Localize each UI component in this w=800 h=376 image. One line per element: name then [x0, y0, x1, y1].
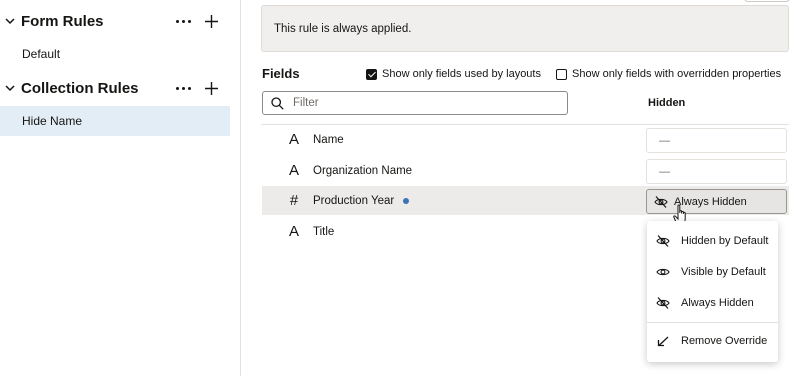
- field-name: Organization Name: [313, 164, 413, 177]
- fields-heading: Fields: [262, 66, 300, 81]
- hidden-select-button-active[interactable]: Always Hidden: [646, 189, 787, 214]
- hidden-column-header: Hidden: [648, 97, 686, 109]
- menu-item-label: Visible by Default: [681, 266, 766, 278]
- menu-item-hidden-by-default[interactable]: Hidden by Default: [647, 226, 778, 256]
- override-indicator-dot: [403, 197, 410, 204]
- menu-item-visible-by-default[interactable]: Visible by Default: [647, 257, 778, 287]
- hidden-select-button[interactable]: —: [646, 159, 787, 184]
- section-header-collection-rules[interactable]: Collection Rules: [0, 75, 241, 101]
- more-actions-icon[interactable]: [176, 18, 192, 24]
- text-type-icon: A: [288, 131, 299, 148]
- menu-item-label: Always Hidden: [681, 297, 754, 309]
- rule-info-banner: This rule is always applied.: [261, 5, 789, 52]
- section-title: Collection Rules: [21, 79, 139, 97]
- menu-divider: [647, 322, 778, 323]
- hidden-options-menu: Hidden by Default Visible by Default Alw…: [647, 221, 778, 362]
- field-name: Title: [313, 225, 335, 238]
- top-action-button[interactable]: [744, 0, 790, 2]
- section-header-form-rules[interactable]: Form Rules: [0, 8, 241, 34]
- eye-icon: [656, 268, 670, 276]
- hidden-value: —: [659, 165, 670, 178]
- menu-item-always-hidden[interactable]: Always Hidden: [647, 288, 778, 318]
- more-actions-icon[interactable]: [176, 85, 192, 91]
- text-type-icon: A: [288, 162, 299, 179]
- chevron-down-icon[interactable]: [5, 16, 15, 26]
- menu-item-label: Hidden by Default: [681, 235, 769, 247]
- sidebar-item-default[interactable]: Default: [0, 39, 230, 69]
- eye-slash-icon: [656, 235, 670, 247]
- banner-text: This rule is always applied.: [274, 22, 412, 35]
- search-icon: [271, 96, 284, 110]
- field-name: Name: [313, 133, 344, 146]
- sidebar-item-label: Hide Name: [22, 114, 83, 128]
- field-name: Production Year: [313, 186, 410, 215]
- hidden-value: —: [659, 134, 670, 147]
- rules-sidebar: Form Rules Default Collection Rules Hide…: [0, 0, 241, 376]
- number-type-icon: #: [289, 192, 299, 209]
- checkbox-checked[interactable]: [366, 68, 377, 80]
- add-icon[interactable]: [204, 14, 219, 29]
- menu-item-remove-override[interactable]: Remove Override: [647, 326, 778, 356]
- checkbox-label: Show only fields with overridden propert…: [572, 68, 782, 80]
- checkbox-used-by-layouts[interactable]: Show only fields used by layouts: [366, 68, 541, 80]
- hidden-select-button[interactable]: —: [646, 128, 787, 153]
- section-title: Form Rules: [21, 12, 104, 30]
- text-type-icon: A: [288, 223, 299, 240]
- eye-slash-icon: [656, 297, 670, 309]
- field-name-text: Production Year: [313, 194, 395, 207]
- checkbox-overridden-properties[interactable]: Show only fields with overridden propert…: [556, 68, 781, 80]
- checkbox-unchecked[interactable]: [556, 68, 567, 80]
- filter-field[interactable]: [262, 91, 568, 115]
- add-icon[interactable]: [204, 81, 219, 96]
- sidebar-item-label: Default: [22, 47, 61, 61]
- filter-input[interactable]: [293, 97, 553, 109]
- menu-item-label: Remove Override: [681, 335, 768, 347]
- sidebar-item-hide-name[interactable]: Hide Name: [0, 106, 230, 136]
- checkbox-label: Show only fields used by layouts: [382, 68, 541, 80]
- chevron-down-icon[interactable]: [5, 83, 15, 93]
- eye-slash-icon: [654, 195, 668, 208]
- undo-arrow-icon: [657, 336, 669, 347]
